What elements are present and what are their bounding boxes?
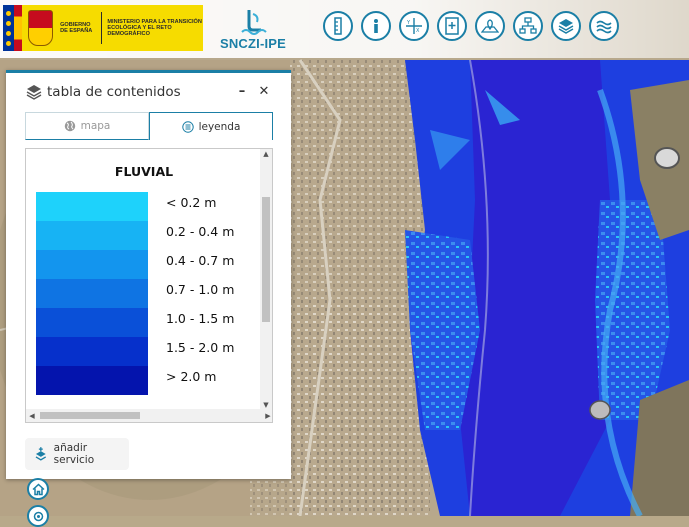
government-logo: GOBIERNO DE ESPAÑA MINISTERIO PARA LA TR… (3, 5, 203, 51)
close-button[interactable]: ✕ (257, 84, 271, 100)
home-button[interactable] (27, 478, 49, 500)
spain-flag-icon (14, 5, 23, 51)
globe-icon (64, 120, 75, 132)
layers-icon (558, 19, 574, 34)
locate-button[interactable] (27, 505, 49, 527)
locate-icon (33, 511, 43, 521)
app-name: SNCZI-IPE (219, 36, 287, 51)
add-service-label: añadir servicio (53, 442, 95, 466)
legend-container[interactable]: FLUVIAL < 0.2 m 0.2 - 0.4 m 0.4 - 0.7 m 0.7… (25, 148, 273, 423)
minimize-button[interactable]: – (235, 84, 249, 100)
coordinates-tool-button[interactable]: YX (399, 11, 429, 41)
legend-label: 1.5 - 2.0 m (166, 340, 235, 355)
legend-title: FLUVIAL (114, 164, 174, 179)
panel-tabs: mapa leyenda (25, 112, 273, 140)
snczi-icon (241, 10, 267, 35)
coordinates-icon: YX (406, 18, 422, 34)
legend-swatch (36, 221, 148, 250)
waves-icon (596, 20, 612, 34)
svg-text:Y: Y (406, 20, 411, 26)
panel-header: tabla de contenidos (26, 82, 181, 102)
legend-swatch (36, 192, 148, 221)
legend-vertical-scrollbar[interactable]: ▲ ▼ (260, 149, 272, 410)
sitemap-tool-button[interactable] (513, 11, 543, 41)
legend-label: > 2.0 m (166, 369, 217, 384)
legend-label: 0.7 - 1.0 m (166, 282, 235, 297)
layers-icon (26, 85, 42, 100)
eu-flag-icon (3, 5, 15, 51)
home-icon (31, 482, 45, 495)
tab-mapa-label: mapa (80, 120, 111, 132)
scroll-left-icon[interactable]: ◀ (26, 412, 38, 420)
bookmark-tool-button[interactable] (437, 11, 467, 41)
scroll-up-icon[interactable]: ▲ (260, 150, 272, 158)
legend-swatch (36, 279, 148, 308)
gov-right-text: MINISTERIO PARA LA TRANSICIÓN ECOLÓGICA … (107, 18, 202, 38)
info-icon (374, 19, 378, 33)
tab-leyenda-label: leyenda (198, 120, 241, 133)
legend-label: < 0.2 m (166, 195, 217, 210)
coat-of-arms-icon (28, 10, 54, 46)
svg-text:X: X (416, 28, 420, 34)
tab-leyenda[interactable]: leyenda (149, 112, 273, 140)
legend-swatch (36, 337, 148, 366)
sitemap-icon (519, 17, 537, 34)
bookmark-icon (445, 17, 459, 35)
location-map-tool-button[interactable] (475, 11, 505, 41)
vertical-scroll-thumb[interactable] (262, 197, 270, 322)
legend-horizontal-scrollbar[interactable]: ◀ ▶ (26, 409, 272, 422)
info-tool-button[interactable] (361, 11, 391, 41)
location-map-icon (481, 19, 499, 33)
header-bar: GOBIERNO DE ESPAÑA MINISTERIO PARA LA TR… (0, 0, 689, 58)
legend-swatches (36, 192, 148, 395)
legend-swatch (36, 250, 148, 279)
scroll-right-icon[interactable]: ▶ (262, 412, 272, 420)
panel-title: tabla de contenidos (47, 84, 181, 100)
scroll-down-icon[interactable]: ▼ (260, 401, 272, 409)
gov-left-text: GOBIERNO DE ESPAÑA (60, 21, 93, 34)
snczi-logo: SNCZI-IPE (218, 8, 288, 51)
list-icon (181, 120, 194, 133)
legend-swatch (36, 308, 148, 337)
waves-tool-button[interactable] (589, 11, 619, 41)
table-of-contents-panel: tabla de contenidos – ✕ mapa leyenda FLU… (6, 70, 291, 479)
legend-label: 0.2 - 0.4 m (166, 224, 235, 239)
add-service-icon (35, 447, 47, 461)
add-service-button[interactable]: añadir servicio (25, 438, 129, 470)
legend-swatch (36, 366, 148, 395)
legend-label: 0.4 - 0.7 m (166, 253, 235, 268)
legend-label: 1.0 - 1.5 m (166, 311, 235, 326)
logo-divider (101, 12, 103, 44)
ruler-icon (334, 17, 342, 35)
horizontal-scroll-thumb[interactable] (40, 412, 140, 419)
tab-mapa[interactable]: mapa (25, 112, 149, 140)
ruler-tool-button[interactable] (323, 11, 353, 41)
layers-tool-button[interactable] (551, 11, 581, 41)
